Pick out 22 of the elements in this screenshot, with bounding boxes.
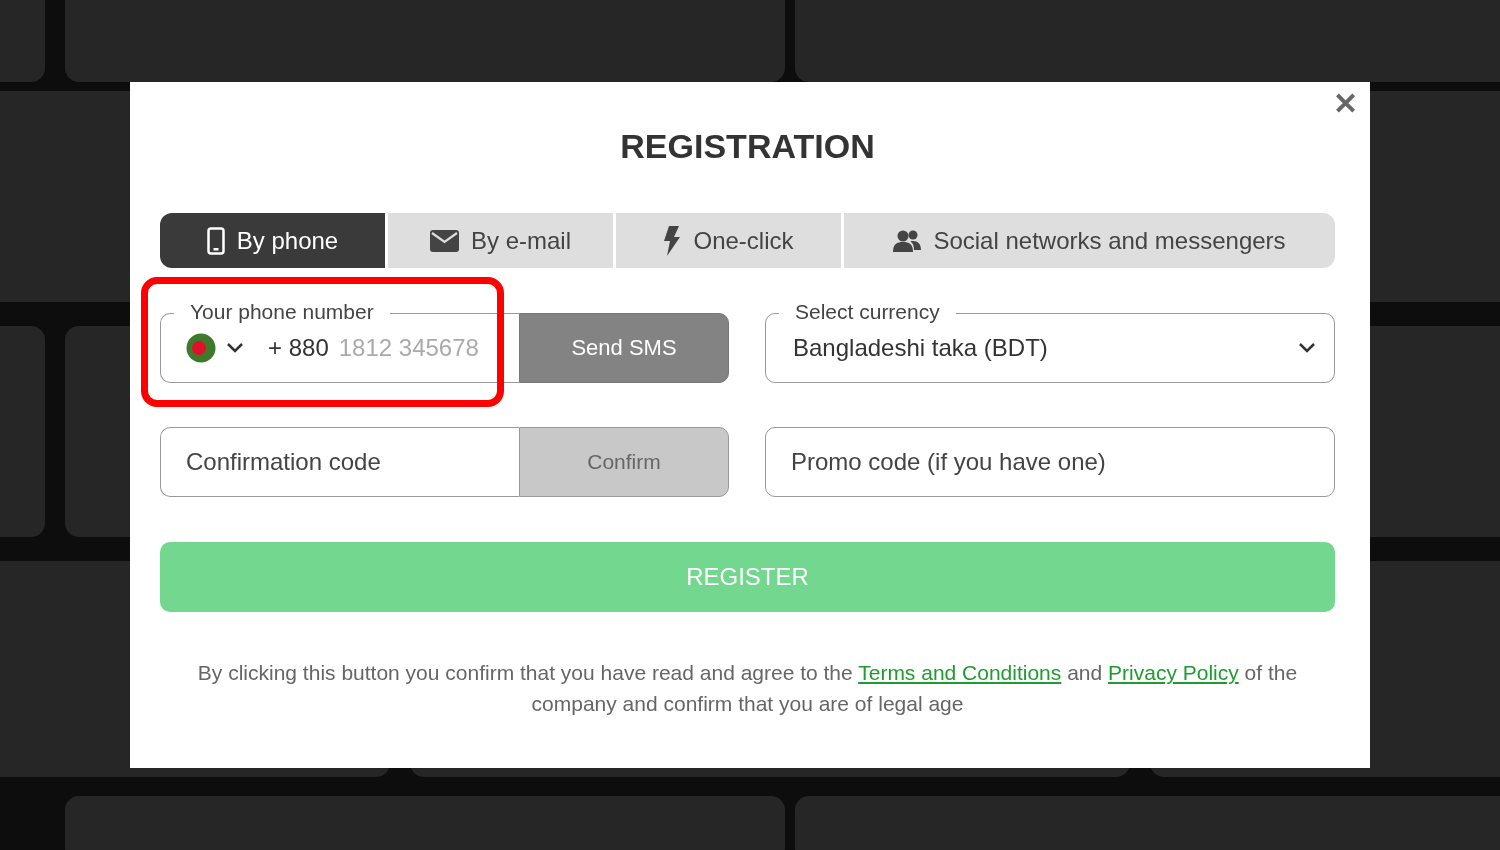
people-icon (893, 229, 922, 252)
send-sms-button[interactable]: Send SMS (519, 313, 729, 383)
envelope-icon (430, 229, 459, 252)
phone-number-input[interactable]: 1812 345678 (338, 334, 489, 362)
tab[interactable]: One-click (616, 213, 841, 268)
dialog-title: REGISTRATION (619, 126, 876, 166)
confirmation-code-field[interactable]: Confirmation code (160, 427, 519, 497)
legal-notice: By clicking this button you confirm that you have read and agree to the Terms and Conditions and Privacy Policy of the company and confirm that you are of legal age (196, 660, 1299, 717)
lightning-icon (663, 225, 682, 256)
flag-icon (186, 333, 216, 363)
privacy-link[interactable]: Privacy Policy (1108, 661, 1239, 684)
close-button[interactable]: ✕ (1329, 86, 1362, 122)
currency-value: Bangladeshi taka (BDT) (793, 334, 1048, 362)
caret-icon (1298, 342, 1316, 354)
terms-link[interactable]: Terms and Conditions (858, 661, 1062, 684)
tab[interactable]: Social networks and messengers (844, 213, 1335, 268)
tab[interactable]: By e-mail (388, 213, 613, 268)
tab[interactable]: By phone (160, 213, 385, 268)
caret-icon[interactable] (226, 342, 244, 354)
promo-code-field[interactable]: Promo code (if you have one) (765, 427, 1335, 497)
phone-icon (206, 226, 225, 255)
country-code: + 880 (268, 334, 329, 362)
